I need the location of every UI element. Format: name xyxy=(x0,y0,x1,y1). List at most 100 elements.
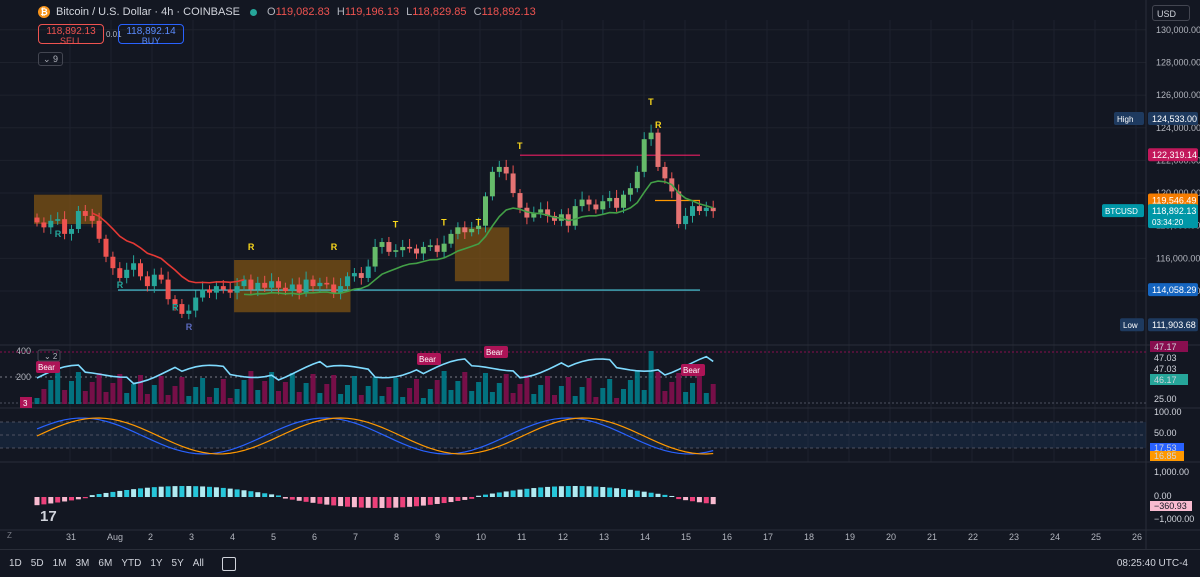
candle-body xyxy=(579,199,585,207)
volume-bar xyxy=(386,387,392,404)
candle-body xyxy=(448,233,454,244)
volume-bar xyxy=(69,381,74,404)
macd-histogram-bar xyxy=(552,486,557,497)
signal-label: T xyxy=(517,141,523,151)
chart-canvas[interactable]: 130,000.00128,000.00126,000.00124,000.00… xyxy=(0,0,1200,549)
range-6m[interactable]: 6M xyxy=(98,558,112,569)
volume-bar xyxy=(572,396,578,404)
macd-histogram-bar xyxy=(144,487,150,497)
macd-histogram-bar xyxy=(634,490,640,497)
zoom-reset-button[interactable]: Z xyxy=(7,531,12,540)
range-5d[interactable]: 5D xyxy=(31,558,44,569)
candle-body xyxy=(75,211,81,229)
price-tag-value: 119,546.49 xyxy=(1152,195,1196,205)
macd-histogram-bar xyxy=(469,497,475,499)
macd-histogram-bar xyxy=(213,487,219,497)
range-3m[interactable]: 3M xyxy=(76,558,90,569)
volume-bar xyxy=(407,388,413,404)
candle-body xyxy=(213,286,219,293)
symbol-title[interactable]: Bitcoin / U.S. Dollar · 4h · COINBASE xyxy=(56,6,240,18)
volume-bar xyxy=(248,371,254,404)
macd-histogram-bar xyxy=(255,492,261,497)
macd-histogram-bar xyxy=(296,497,302,501)
candle-body xyxy=(41,222,47,228)
signal-label: R xyxy=(172,303,179,313)
time-tick-label: 11 xyxy=(517,532,526,542)
volume-bar xyxy=(710,384,716,404)
volume-bar xyxy=(89,382,95,404)
macd-histogram-bar xyxy=(579,486,585,497)
macd-histogram-bar xyxy=(607,487,613,497)
volume-bar xyxy=(310,374,316,404)
signal-label: T xyxy=(476,218,482,228)
volume-bar xyxy=(379,396,385,404)
volume-bar xyxy=(434,380,440,404)
macd-histogram-bar xyxy=(524,488,530,497)
currency-select[interactable]: USD xyxy=(1152,5,1190,21)
candle-body xyxy=(400,246,406,251)
range-all[interactable]: All xyxy=(193,558,204,569)
range-1d[interactable]: 1D xyxy=(9,558,22,569)
candle-body xyxy=(593,204,599,210)
volume-bar xyxy=(358,395,364,404)
volume-bar xyxy=(179,377,185,404)
volume-bar xyxy=(469,391,475,404)
volume-axis-value: 47.03 xyxy=(1154,364,1177,374)
candle-body xyxy=(641,139,647,172)
volume-bar xyxy=(34,398,40,404)
range-1y[interactable]: 1Y xyxy=(150,558,162,569)
macd-histogram-bar xyxy=(531,488,537,497)
time-tick-label: 17 xyxy=(763,532,773,542)
volume-bar xyxy=(524,375,530,404)
price-tag-value: 124,533.00 xyxy=(1152,114,1197,124)
candle-body xyxy=(34,217,40,223)
time-tick-label: 31 xyxy=(66,532,76,542)
volume-bar xyxy=(517,384,523,404)
volume-bar xyxy=(365,386,371,404)
macd-histogram-bar xyxy=(614,488,620,497)
range-ytd[interactable]: YTD xyxy=(121,558,141,569)
signal-label: R xyxy=(55,229,62,239)
candle-body xyxy=(48,220,54,228)
price-tag-label: High xyxy=(1117,115,1133,124)
price-tag-value: 111,903.68 xyxy=(1152,320,1196,330)
volume-bar xyxy=(48,380,54,404)
volume-bar xyxy=(103,392,109,404)
volume-bar xyxy=(186,396,192,404)
volume-bar xyxy=(476,382,482,404)
volume-bar xyxy=(193,387,199,404)
range-5y[interactable]: 5Y xyxy=(172,558,184,569)
calendar-icon[interactable] xyxy=(221,556,236,571)
candle-body xyxy=(248,279,254,290)
candle-body xyxy=(489,171,495,197)
macd-histogram-bar xyxy=(600,487,606,497)
volume-bar xyxy=(545,376,551,404)
sell-button[interactable]: 118,892.13 SELL xyxy=(38,24,104,46)
time-tick-label: 12 xyxy=(558,532,568,542)
range-1m[interactable]: 1M xyxy=(53,558,67,569)
macd-histogram-bar xyxy=(262,493,268,497)
volume-bar xyxy=(96,373,102,404)
volume-bar xyxy=(62,390,68,404)
tradingview-logo: 17 xyxy=(40,508,57,525)
open-value: 119,082.83 xyxy=(275,6,330,18)
candle-body xyxy=(186,310,192,314)
macd-histogram-bar xyxy=(220,487,226,497)
clock[interactable]: 08:25:40 UTC-4 xyxy=(1117,558,1188,569)
indicators-toggle[interactable]: ⌄ 9 xyxy=(38,52,64,66)
price-tag-value: 118,892.13 xyxy=(1152,206,1196,216)
macd-axis-value: 0.00 xyxy=(1154,491,1172,501)
volume-bar xyxy=(200,378,206,404)
candle-body xyxy=(193,297,199,311)
buy-button[interactable]: 118,892.14 BUY xyxy=(118,24,184,46)
volume-bar xyxy=(317,393,323,404)
volume-bar xyxy=(552,395,557,404)
macd-axis-value: −1,000.00 xyxy=(1154,514,1194,524)
candle-body xyxy=(151,274,157,287)
volume-bar xyxy=(351,376,357,404)
volume-bar xyxy=(393,378,399,404)
volume-bar xyxy=(241,380,247,404)
stoch-axis-value: 50.00 xyxy=(1154,428,1177,438)
candle-body xyxy=(455,227,461,234)
volume-bar xyxy=(448,390,454,404)
